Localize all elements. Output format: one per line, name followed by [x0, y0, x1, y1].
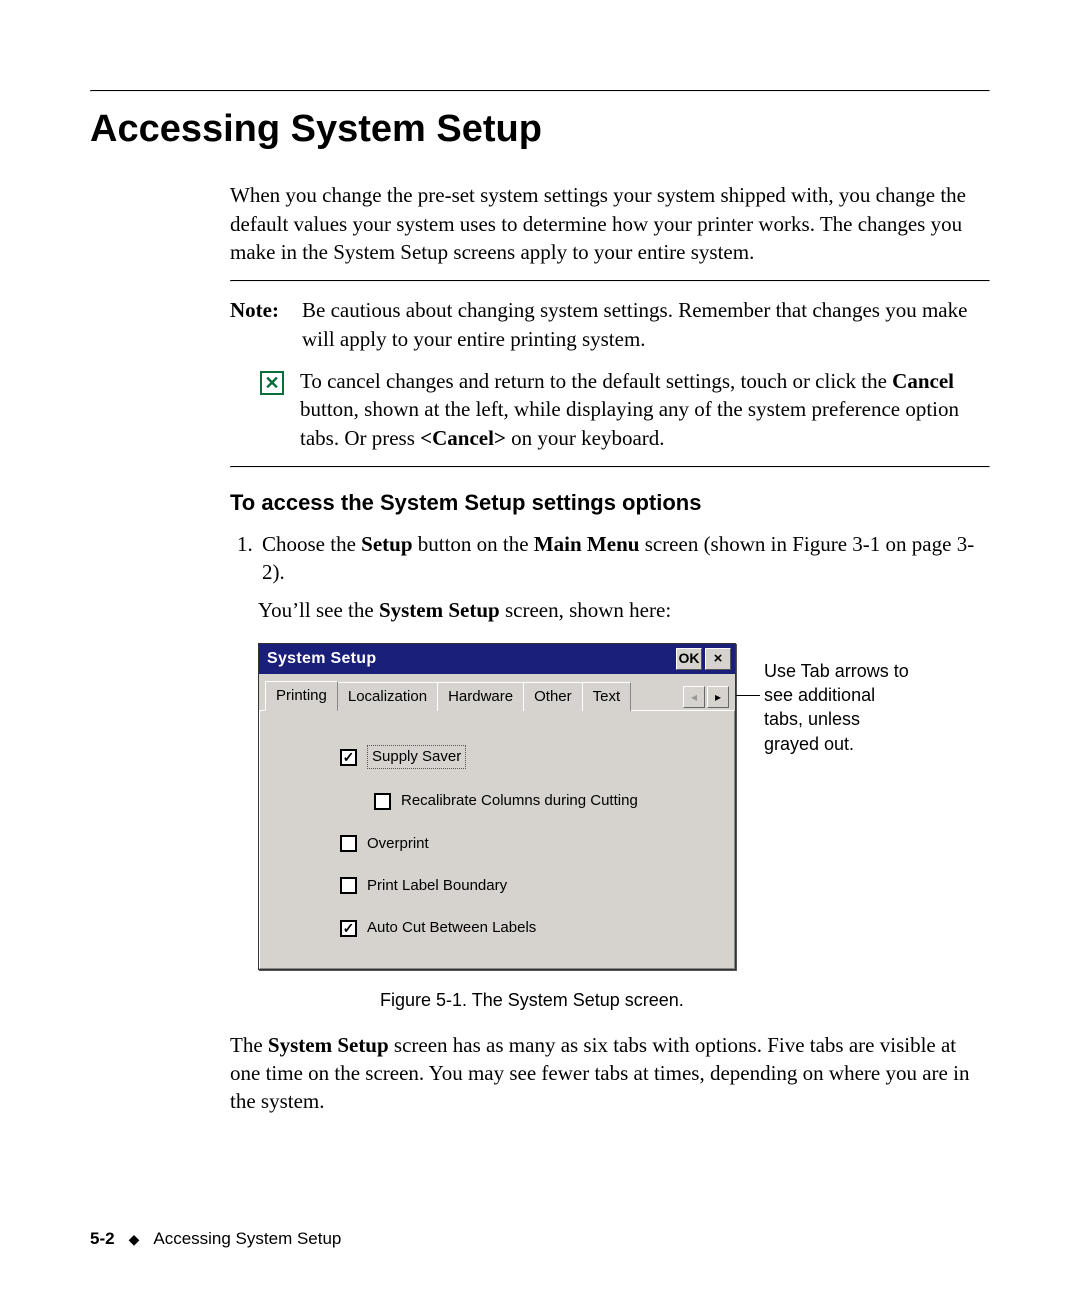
- option-auto-cut[interactable]: Auto Cut Between Labels: [340, 918, 714, 938]
- after-pre: The: [230, 1033, 268, 1057]
- page-footer: 5-2 ◆ Accessing System Setup: [90, 1228, 990, 1251]
- label-overprint: Overprint: [367, 834, 429, 854]
- ok-button[interactable]: OK: [676, 648, 702, 670]
- tab-scroll-left-button[interactable]: ◂: [683, 686, 705, 708]
- cancel-key: <Cancel>: [420, 426, 506, 450]
- intro-paragraph: When you change the pre-set system setti…: [230, 181, 990, 266]
- manual-page: Accessing System Setup When you change t…: [0, 0, 1080, 1311]
- subheading: To access the System Setup settings opti…: [230, 488, 990, 518]
- cancel-icon: ✕: [260, 371, 284, 395]
- callout-leader-line: [736, 695, 760, 696]
- cancel-tip-text: To cancel changes and return to the defa…: [300, 367, 990, 452]
- page-title: Accessing System Setup: [90, 104, 990, 155]
- note-bottom-rule: [230, 466, 990, 468]
- dialog-title: System Setup: [267, 648, 376, 670]
- label-print-label-boundary: Print Label Boundary: [367, 876, 507, 896]
- tab-text[interactable]: Text: [582, 682, 632, 711]
- note-block: Note: Be cautious about changing system …: [230, 296, 990, 353]
- tab-other[interactable]: Other: [523, 682, 583, 711]
- screenshot-block: System Setup OK × Printing Localization …: [258, 643, 990, 971]
- note-top-rule: [230, 280, 990, 282]
- step1b-pre: You’ll see the: [258, 598, 379, 622]
- checkbox-print-label-boundary[interactable]: [340, 877, 357, 894]
- cancel-word: Cancel: [892, 369, 954, 393]
- system-setup-dialog: System Setup OK × Printing Localization …: [258, 643, 736, 971]
- step1-mid: button on the: [413, 532, 534, 556]
- steps-list: Choose the Setup button on the Main Menu…: [230, 530, 990, 587]
- titlebar-buttons: OK ×: [676, 648, 731, 670]
- note-text: Be cautious about changing system settin…: [302, 296, 990, 353]
- cancel-tip-post: on your keyboard.: [506, 426, 665, 450]
- after-paragraph: The System Setup screen has as many as s…: [230, 1031, 990, 1116]
- after-bold: System Setup: [268, 1033, 389, 1057]
- cancel-tip-block: ✕ To cancel changes and return to the de…: [260, 367, 990, 452]
- step1b-post: screen, shown here:: [500, 598, 671, 622]
- page-number: 5-2: [90, 1228, 115, 1251]
- option-print-label-boundary[interactable]: Print Label Boundary: [340, 876, 714, 896]
- tab-panel-printing: Supply Saver Recalibrate Columns during …: [259, 710, 735, 969]
- tab-hardware[interactable]: Hardware: [437, 682, 524, 711]
- option-supply-saver[interactable]: Supply Saver: [340, 745, 714, 769]
- footer-diamond-icon: ◆: [129, 1230, 140, 1249]
- step1-pre: Choose the: [262, 532, 361, 556]
- checkbox-overprint[interactable]: [340, 835, 357, 852]
- checkbox-supply-saver[interactable]: [340, 749, 357, 766]
- label-auto-cut: Auto Cut Between Labels: [367, 918, 536, 938]
- top-rule: [90, 90, 990, 92]
- checkbox-auto-cut[interactable]: [340, 920, 357, 937]
- close-button[interactable]: ×: [705, 648, 731, 670]
- step1-menu: Main Menu: [534, 532, 640, 556]
- option-overprint[interactable]: Overprint: [340, 834, 714, 854]
- tab-printing[interactable]: Printing: [265, 681, 338, 711]
- figure-caption: Figure 5-1. The System Setup screen.: [380, 988, 990, 1012]
- label-supply-saver: Supply Saver: [367, 745, 466, 769]
- footer-section: Accessing System Setup: [153, 1228, 341, 1251]
- option-recalibrate[interactable]: Recalibrate Columns during Cutting: [374, 791, 714, 811]
- step-1: Choose the Setup button on the Main Menu…: [258, 530, 990, 587]
- checkbox-recalibrate[interactable]: [374, 793, 391, 810]
- step1-setup: Setup: [361, 532, 412, 556]
- tab-bar: Printing Localization Hardware Other Tex…: [259, 674, 735, 710]
- step1b-bold: System Setup: [379, 598, 500, 622]
- tab-scroll-right-button[interactable]: ▸: [707, 686, 729, 708]
- note-label: Note:: [230, 296, 302, 353]
- step1-followup: You’ll see the System Setup screen, show…: [258, 596, 990, 624]
- callout-text: Use Tab arrows to see additional tabs, u…: [764, 661, 909, 754]
- tab-nav: ◂ ▸: [683, 686, 729, 710]
- tab-localization[interactable]: Localization: [337, 682, 438, 711]
- callout-tab-arrows: Use Tab arrows to see additional tabs, u…: [764, 659, 914, 756]
- label-recalibrate: Recalibrate Columns during Cutting: [401, 791, 638, 811]
- cancel-tip-pre: To cancel changes and return to the defa…: [300, 369, 892, 393]
- dialog-titlebar[interactable]: System Setup OK ×: [259, 644, 735, 674]
